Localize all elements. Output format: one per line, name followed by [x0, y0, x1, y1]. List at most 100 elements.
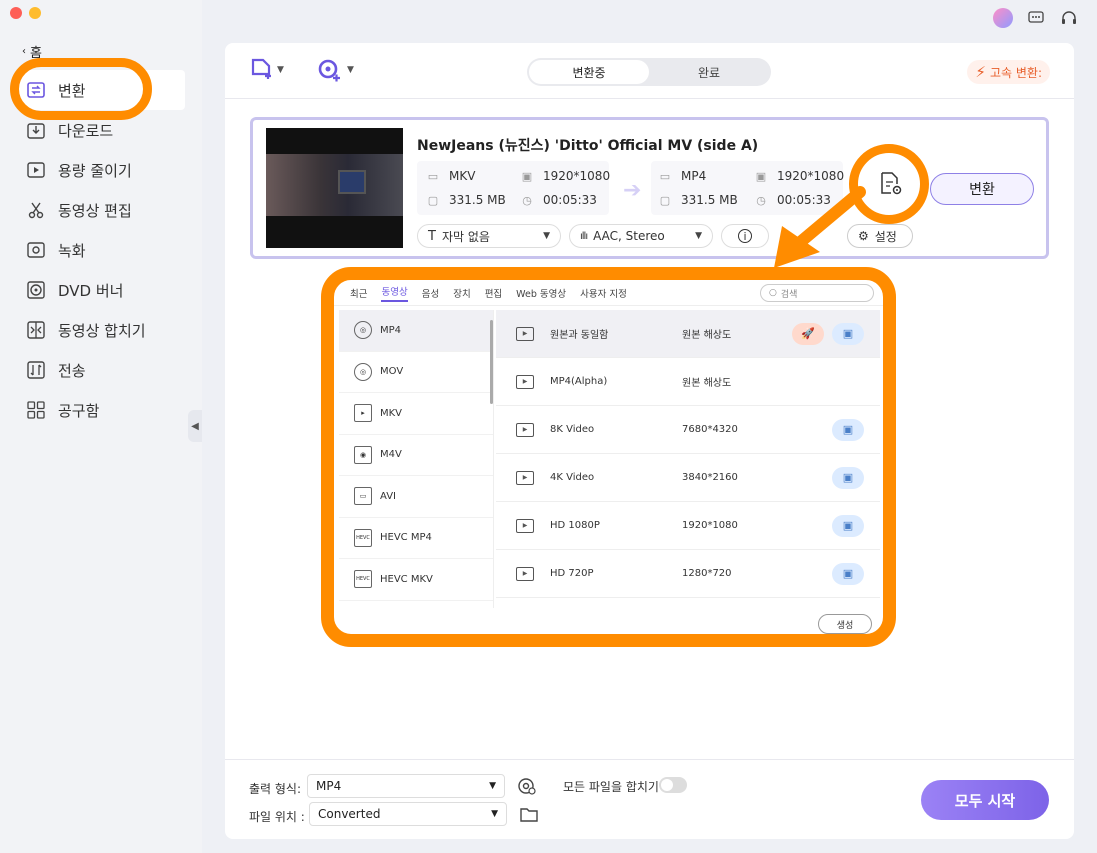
edit-preset-icon[interactable]: ▣ [832, 466, 864, 489]
folder-icon: ▢ [427, 193, 439, 207]
chevron-left-icon: ◀ [191, 420, 199, 432]
hevc-format-icon: HEVC [354, 528, 372, 547]
source-resolution: 1920*1080 [543, 169, 611, 183]
sidebar-item-dvd[interactable]: DVD 버너 [26, 270, 186, 310]
sidebar-item-merge[interactable]: 동영상 합치기 [26, 310, 186, 350]
play-icon: ▶ [516, 470, 534, 485]
chevron-down-icon: ▼ [277, 65, 284, 75]
tab-custom[interactable]: 사용자 지정 [580, 286, 627, 300]
audio-select[interactable]: ıllı AAC, Stereo ▼ [569, 224, 713, 248]
list-item[interactable]: ▸ MKV [339, 393, 493, 435]
tab-video[interactable]: 동영상 [381, 284, 408, 302]
sidebar-item-compress[interactable]: 용량 줄이기 [26, 150, 186, 190]
tab-finished[interactable]: 완료 [649, 60, 769, 84]
edit-preset-icon[interactable]: ▣ [832, 418, 864, 441]
top-icons [993, 8, 1079, 28]
file-settings-icon [881, 172, 902, 195]
edit-preset-icon[interactable]: ▣ [832, 322, 864, 345]
list-item[interactable]: HEVC HEVC MP4 [339, 518, 493, 559]
rocket-icon[interactable]: 🚀 [792, 322, 824, 345]
file-location-select[interactable]: Converted ▼ [309, 802, 507, 826]
sidebar-item-convert[interactable]: 변환 [18, 70, 185, 110]
avi-format-icon: ▭ [354, 487, 372, 506]
video-thumbnail[interactable] [266, 128, 403, 248]
format-settings-icon[interactable] [517, 776, 537, 800]
edit-preset-icon[interactable]: ▣ [832, 562, 864, 585]
m4v-format-icon: ◉ [354, 445, 372, 464]
list-item[interactable]: ◎ MOV [339, 352, 493, 393]
turbo-convert-toggle[interactable]: ⚡ 고속 변환: [967, 60, 1050, 84]
edit-preset-icon[interactable]: ▣ [832, 514, 864, 537]
merge-icon [26, 320, 46, 340]
window-close-button[interactable] [10, 7, 22, 19]
window-minimize-button[interactable] [29, 7, 41, 19]
sidebar-item-label: DVD 버너 [58, 281, 124, 300]
table-row[interactable]: ▶ HD 720P 1280*720 ▣ [496, 550, 880, 598]
bottom-bar: 출력 형식: MP4 ▼ 모든 파일을 합치기 파일 위치 : Converte… [225, 759, 1074, 839]
convert-icon [26, 80, 46, 100]
disc-icon [26, 280, 46, 300]
subtitle-select[interactable]: T 자막 없음 ▼ [417, 224, 561, 248]
start-all-button[interactable]: 모두 시작 [921, 780, 1049, 820]
tab-web-video[interactable]: Web 동영상 [516, 286, 566, 300]
format-search-input[interactable]: ○ 검색 [760, 284, 874, 302]
avatar[interactable] [993, 8, 1013, 28]
clock-icon: ◷ [756, 193, 766, 207]
chevron-down-icon: ▼ [543, 231, 550, 241]
output-settings-button[interactable] [865, 158, 917, 210]
tab-device[interactable]: 장치 [453, 286, 470, 300]
table-row[interactable]: ▶ HD 1080P 1920*1080 ▣ [496, 502, 880, 550]
table-row[interactable]: ▶ 원본과 동일함 원본 해상도 🚀 ▣ [496, 310, 880, 358]
tab-recent[interactable]: 최근 [350, 286, 367, 300]
subtitle-value: 자막 없음 [441, 229, 490, 244]
table-row[interactable]: ▶ 4K Video 3840*2160 ▣ [496, 454, 880, 502]
sidebar-collapse-button[interactable]: ◀ [188, 410, 202, 442]
merge-toggle[interactable] [659, 777, 687, 793]
info-button[interactable]: i [721, 224, 769, 248]
output-format-value: MP4 [316, 779, 342, 793]
list-item[interactable]: ◎ MP4 [339, 310, 493, 352]
tab-edit[interactable]: 편집 [485, 286, 502, 300]
lightning-icon: ⚡ [975, 63, 986, 81]
source-format: MKV [449, 169, 476, 183]
tab-audio[interactable]: 음성 [422, 286, 439, 300]
download-icon [26, 120, 46, 140]
source-size: 331.5 MB [449, 193, 506, 207]
sidebar-item-record[interactable]: 녹화 [26, 230, 186, 270]
gear-icon: ⚙ [858, 229, 869, 243]
target-size: 331.5 MB [681, 193, 738, 207]
scrollbar[interactable] [490, 320, 493, 404]
folder-open-icon[interactable] [520, 807, 538, 826]
add-media-button[interactable]: ▼ [317, 58, 354, 82]
list-item[interactable]: ◉ M4V [339, 435, 493, 476]
sidebar-item-label: 다운로드 [58, 121, 114, 140]
sidebar-item-label: 용량 줄이기 [58, 161, 132, 180]
home-link[interactable]: ‹ 홈 [22, 42, 42, 61]
sidebar-item-label: 변환 [58, 81, 86, 100]
sidebar-item-toolbox[interactable]: 공구함 [26, 390, 186, 430]
list-item[interactable]: HEVC HEVC MKV [339, 559, 493, 601]
headset-icon[interactable] [1059, 8, 1079, 28]
add-file-button[interactable]: ▼ [251, 58, 284, 82]
settings-button[interactable]: ⚙ 설정 [847, 224, 913, 248]
sidebar-item-download[interactable]: 다운로드 [26, 110, 186, 150]
create-button[interactable]: 생성 [818, 614, 872, 634]
mkv-format-icon: ▸ [354, 404, 372, 423]
convert-button[interactable]: 변환 [930, 173, 1034, 205]
sidebar-item-edit[interactable]: 동영상 편집 [26, 190, 186, 230]
sidebar-item-label: 녹화 [58, 241, 86, 260]
mp4-format-icon: ◎ [354, 321, 372, 340]
table-row[interactable]: ▶ 8K Video 7680*4320 ▣ [496, 406, 880, 454]
sidebar-item-transfer[interactable]: 전송 [26, 350, 186, 390]
resolution-list: ▶ 원본과 동일함 원본 해상도 🚀 ▣ ▶ MP4(Alpha) 원본 해상도… [496, 310, 880, 608]
list-item[interactable]: ▭ AVI [339, 476, 493, 518]
file-location-value: Converted [318, 807, 381, 821]
file-title: NewJeans (뉴진스) 'Ditto' Official MV (side… [417, 138, 759, 154]
compress-icon [26, 160, 46, 180]
message-icon[interactable] [1026, 8, 1046, 28]
add-file-icon [251, 58, 271, 79]
table-row[interactable]: ▶ MP4(Alpha) 원본 해상도 [496, 358, 880, 406]
output-format-label: 출력 형식: [249, 782, 302, 796]
tab-converting[interactable]: 변환중 [529, 60, 649, 84]
output-format-select[interactable]: MP4 ▼ [307, 774, 505, 798]
